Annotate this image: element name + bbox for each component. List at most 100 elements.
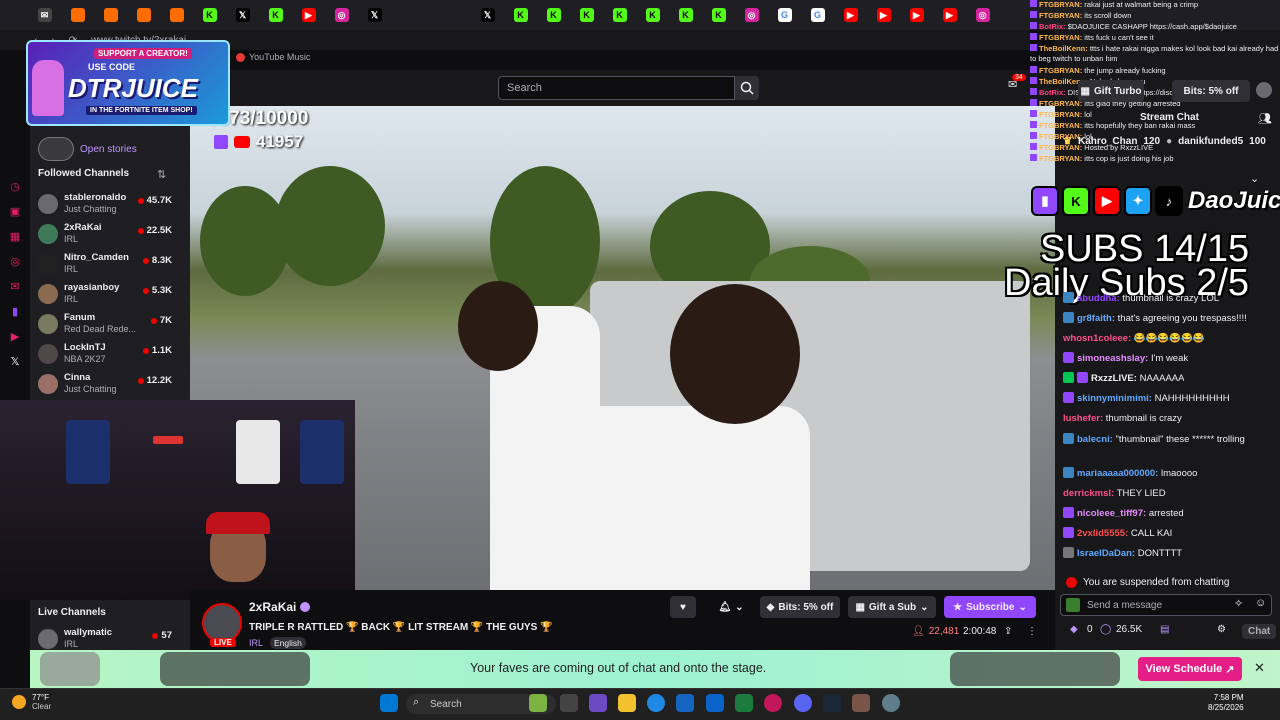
live-dot-icon [152,632,159,639]
subscribe-button[interactable]: ★ Subscribe ⌄ [944,596,1036,618]
tab-kick-icon[interactable]: K [193,0,226,30]
opera-gx-icon[interactable] [764,694,782,712]
sidebar-channel[interactable]: Fanum Red Dead Rede... 7K [38,312,178,340]
mail-icon[interactable]: ✉ [10,280,19,293]
tab-orange-app-icon[interactable] [61,0,94,30]
tab-kick-icon[interactable]: K [504,0,537,30]
left-icon-strip: ◷ ▣ ▦ ◎ ✉ ▮ ▶ 𝕏 [0,180,30,380]
tab-kick-icon[interactable]: K [259,0,292,30]
tab-kick-icon[interactable]: K [603,0,636,30]
file-explorer-icon[interactable] [618,694,636,712]
steam-icon[interactable] [823,694,841,712]
stream-chat-title: Stream Chat [1140,112,1199,123]
stream-category[interactable]: IRL [249,638,263,648]
streamer-name[interactable]: 2xRaKai [249,600,311,614]
language-tag[interactable]: English [270,637,306,649]
system-clock[interactable]: 7:58 PM 8/25/2026 [1208,693,1244,713]
tab-google-icon[interactable]: G [768,0,801,30]
tab-kick-icon[interactable]: K [702,0,735,30]
tab-kick-icon[interactable]: K [636,0,669,30]
youtube-icon [234,136,250,148]
bits-cheer-icon[interactable]: ✧ [1234,597,1243,610]
sidebar-channel[interactable]: Cinna Just Chatting 12.2K [38,372,178,400]
tab-kick-icon[interactable]: K [669,0,702,30]
tab-youtube-icon[interactable]: ▶ [933,0,966,30]
tab-x-icon[interactable]: 𝕏 [471,0,504,30]
instagram-icon[interactable]: ◎ [10,255,20,268]
sort-icon[interactable]: ⇅ [157,168,166,181]
stories-label: Open stories [80,143,137,155]
history-icon[interactable]: ◷ [10,180,20,193]
tab-orange-app-icon[interactable] [127,0,160,30]
edge-icon[interactable] [647,694,665,712]
chat-bits-button[interactable]: Bits: 5% off [1172,80,1250,102]
sidebar-channel[interactable]: 2xRaKai IRL 22.5K [38,222,178,250]
search-button[interactable] [735,76,759,100]
bag-icon[interactable]: ▣ [10,205,20,218]
tab-google-icon[interactable]: G [801,0,834,30]
chat-send-button[interactable]: Chat [1242,624,1277,639]
sidebar-channel[interactable]: rayasianboy IRL 5.3K [38,282,178,310]
bookmark-youtube-music[interactable]: YouTube Music [236,52,310,62]
gamepad-icon[interactable]: ▦ [10,230,20,243]
users-icon[interactable]: 👥︎ [1258,112,1272,125]
video-scene [275,166,385,286]
close-icon[interactable]: ✕ [1254,660,1265,676]
view-schedule-button[interactable]: View Schedule ↗ [1138,657,1242,681]
follow-heart-button[interactable]: ♥ [670,596,696,618]
share-icon[interactable]: ⇪ [1004,626,1012,637]
bookmark-label: YouTube Music [249,52,311,62]
tab-kick-icon[interactable]: K [570,0,603,30]
tab-x-icon[interactable]: 𝕏 [226,0,259,30]
bits-icon[interactable]: ◆ [1070,624,1078,635]
tab-youtube-icon[interactable]: ▶ [834,0,867,30]
chat-message: lushefer: thumbnail is crazy [1063,413,1182,424]
sidebar-channel[interactable]: Nitro_Camden IRL 8.3K [38,252,178,280]
weather-widget[interactable]: 77°F Clear [12,693,51,711]
excel-icon[interactable] [735,694,753,712]
discord-icon[interactable] [794,694,812,712]
prediction-icon[interactable]: ▤ [1160,624,1169,635]
tab-instagram-icon[interactable]: ◎ [735,0,768,30]
open-stories[interactable]: Open stories [38,137,137,161]
tab-mail-icon[interactable]: ✉ [28,0,61,30]
sidebar-channel[interactable]: stableronaldo Just Chatting 45.7K [38,192,178,220]
emote-icon[interactable]: ☺ [1255,597,1266,609]
copilot-icon[interactable] [589,694,607,712]
app-icon[interactable] [852,694,870,712]
tab-orange-app-icon[interactable] [94,0,127,30]
tab-orange-app-icon[interactable] [160,0,193,30]
task-view-icon[interactable] [560,694,578,712]
channel-points-icon[interactable]: ◯ [1100,624,1111,635]
twitch-icon[interactable]: ▮ [12,305,18,318]
user-avatar[interactable] [1256,82,1272,98]
settings-icon[interactable]: ⚙ [1217,624,1226,635]
live-channels-header: Live Channels [38,607,106,618]
sidebar-channel[interactable]: LockInTJ NBA 2K27 1.1K [38,342,178,370]
settings-icon[interactable] [882,694,900,712]
more-options-icon[interactable]: ⋮ [1027,626,1037,637]
stream-viewers: 👤︎ 22,481 [912,626,959,637]
tab-instagram-icon[interactable]: ◎ [966,0,999,30]
gift-sub-button[interactable]: ▦ Gift a Sub ⌄ [848,596,936,618]
tab-youtube-icon[interactable]: ▶ [292,0,325,30]
gift-turbo-button[interactable]: ▦ Gift Turbo [1078,80,1144,102]
notification-button[interactable]: 🔔︎ ⌄ [712,596,750,618]
tab-instagram-icon[interactable]: ◎ [325,0,358,30]
tab-x-icon[interactable]: 𝕏 [358,0,391,30]
bits-button[interactable]: ◆ Bits: 5% off [760,596,840,618]
x-icon[interactable]: 𝕏 [11,355,20,368]
leader-name: Kahro_Chan [1077,136,1138,147]
outlook-icon[interactable] [706,694,724,712]
search-input[interactable]: Search [498,76,735,100]
streamer-avatar[interactable] [202,603,242,643]
tab-youtube-icon[interactable]: ▶ [867,0,900,30]
youtube-icon[interactable]: ▶ [11,330,19,343]
tab-youtube-icon[interactable]: ▶ [900,0,933,30]
chat-badge-icon[interactable] [1066,598,1080,612]
tab-kick-icon[interactable]: K [537,0,570,30]
chevron-down-icon[interactable]: ⌄ [1250,172,1259,185]
store-icon[interactable] [676,694,694,712]
windows-start-icon[interactable] [380,694,398,712]
leader-name: danikfunded5 [1178,136,1244,147]
